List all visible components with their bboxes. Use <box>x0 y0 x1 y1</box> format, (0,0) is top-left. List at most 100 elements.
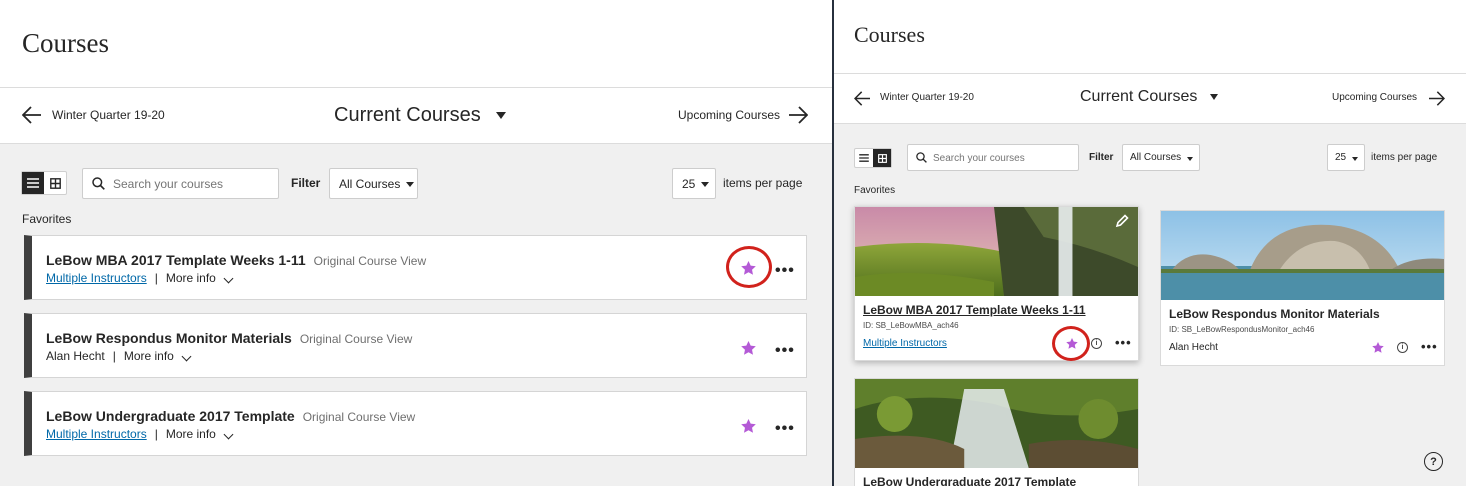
arrow-left-icon[interactable] <box>22 106 42 124</box>
course-row[interactable]: LeBow Undergraduate 2017 Template Origina… <box>24 391 807 456</box>
card-title[interactable]: LeBow Respondus Monitor Materials <box>1169 307 1380 321</box>
more-info-toggle[interactable]: More info <box>165 271 234 285</box>
star-icon[interactable] <box>741 341 756 355</box>
more-info-label: More info <box>165 271 216 285</box>
more-info-toggle[interactable]: More info <box>123 349 192 363</box>
course-title[interactable]: LeBow Undergraduate 2017 Template <box>46 408 295 424</box>
filter-select[interactable]: All Courses <box>329 168 418 199</box>
page-title: Courses <box>854 22 925 47</box>
star-icon[interactable] <box>741 419 756 433</box>
course-title-line: LeBow MBA 2017 Template Weeks 1-11 Origin… <box>46 252 426 268</box>
course-title-line: LeBow Undergraduate 2017 Template Origina… <box>46 408 415 424</box>
term-navigation: Winter Quarter 19-20 Current Courses Upc… <box>834 74 1466 124</box>
ellipsis-icon[interactable]: ••• <box>775 342 795 360</box>
per-page-select[interactable]: 25 <box>672 168 716 199</box>
course-image-waterfall-meadow <box>855 207 1138 296</box>
search-input[interactable] <box>113 176 273 192</box>
page-header: Courses <box>0 0 832 88</box>
term-navigation: Winter Quarter 19-20 Current Courses Upc… <box>0 88 832 144</box>
search-input[interactable] <box>933 151 1073 165</box>
pencil-icon[interactable] <box>1114 213 1130 229</box>
list-icon <box>859 154 870 162</box>
per-page-select[interactable]: 25 <box>1327 144 1365 171</box>
course-row[interactable]: LeBow MBA 2017 Template Weeks 1-11 Origin… <box>24 235 807 300</box>
arrow-right-icon[interactable] <box>788 106 808 124</box>
course-card[interactable]: LeBow Respondus Monitor Materials ID: SB… <box>1160 210 1445 366</box>
caret-down-icon <box>406 182 415 187</box>
ellipsis-icon[interactable]: ••• <box>1421 339 1438 354</box>
list-view-button[interactable] <box>855 149 873 167</box>
course-title[interactable]: LeBow MBA 2017 Template Weeks 1-11 <box>46 252 306 268</box>
previous-term-link[interactable]: Winter Quarter 19-20 <box>52 108 165 122</box>
star-icon[interactable] <box>741 261 756 275</box>
next-term-link[interactable]: Upcoming Courses <box>1332 92 1417 103</box>
course-view-type: Original Course View <box>302 410 416 424</box>
view-toggle <box>21 171 67 195</box>
current-term-dropdown[interactable]: Current Courses <box>1080 88 1218 106</box>
course-title-line: LeBow Respondus Monitor Materials Origina… <box>46 330 412 346</box>
grid-icon <box>49 177 61 189</box>
search-icon <box>916 152 927 163</box>
instructors-link[interactable]: Multiple Instructors <box>863 338 947 349</box>
more-info-toggle[interactable]: More info <box>165 427 234 441</box>
help-icon[interactable]: ? <box>1424 452 1443 471</box>
course-image-forest-waterfall <box>855 379 1138 468</box>
info-icon[interactable]: i <box>1397 342 1408 353</box>
arrow-left-icon[interactable] <box>854 91 871 106</box>
page-title: Courses <box>22 28 109 58</box>
view-toggle <box>854 148 892 168</box>
filter-value: All Courses <box>1130 152 1182 163</box>
caret-down-icon <box>1209 93 1218 100</box>
per-page-value: 25 <box>1335 152 1347 163</box>
course-meta: Multiple Instructors | More info <box>46 427 234 441</box>
page-header: Courses <box>834 0 1466 74</box>
current-term-dropdown[interactable]: Current Courses <box>334 104 507 127</box>
course-view-type: Original Course View <box>313 254 427 268</box>
card-course-id: ID: SB_LeBowRespondusMonitor_ach46 <box>1169 325 1315 334</box>
card-title[interactable]: LeBow MBA 2017 Template Weeks 1-11 <box>863 303 1086 317</box>
ellipsis-icon[interactable]: ••• <box>775 420 795 438</box>
caret-down-icon <box>1187 156 1194 161</box>
current-term-label: Current Courses <box>1080 88 1198 105</box>
caret-down-icon <box>701 182 710 187</box>
grid-view-button[interactable] <box>873 149 891 167</box>
favorites-heading: Favorites <box>22 212 72 226</box>
per-page-label: items per page <box>1371 152 1438 163</box>
caret-down-icon <box>496 112 507 120</box>
instructors-link[interactable]: Multiple Instructors <box>46 427 147 441</box>
next-term-link[interactable]: Upcoming Courses <box>678 108 780 122</box>
instructors-link[interactable]: Multiple Instructors <box>46 271 147 285</box>
course-card[interactable]: LeBow Undergraduate 2017 Template <box>854 378 1139 486</box>
more-info-label: More info <box>165 427 216 441</box>
ellipsis-icon[interactable]: ••• <box>775 262 795 280</box>
caret-down-icon <box>1352 156 1359 161</box>
info-icon[interactable]: i <box>1091 338 1102 349</box>
separator: | <box>154 271 158 285</box>
more-info-label: More info <box>123 349 174 363</box>
favorites-heading: Favorites <box>854 185 896 196</box>
ellipsis-icon[interactable]: ••• <box>1115 335 1132 350</box>
separator: | <box>112 349 116 363</box>
chevron-down-icon <box>223 429 234 440</box>
filter-select[interactable]: All Courses <box>1122 144 1200 171</box>
per-page-label: items per page <box>723 176 803 190</box>
right-panel-grid-view: Courses Winter Quarter 19-20 Current Cou… <box>834 0 1466 486</box>
previous-term-link[interactable]: Winter Quarter 19-20 <box>880 92 974 103</box>
star-icon[interactable] <box>1372 342 1384 353</box>
separator: | <box>154 427 158 441</box>
search-box <box>907 144 1079 171</box>
current-term-label: Current Courses <box>334 104 481 126</box>
list-view-button[interactable] <box>22 172 45 194</box>
search-icon <box>92 177 105 190</box>
grid-view-button[interactable] <box>44 172 66 194</box>
list-icon <box>27 178 40 188</box>
course-meta: Alan Hecht | More info <box>46 349 192 363</box>
course-title[interactable]: LeBow Respondus Monitor Materials <box>46 330 292 346</box>
arrow-right-icon[interactable] <box>1428 91 1445 106</box>
star-icon[interactable] <box>1066 338 1078 349</box>
card-title[interactable]: LeBow Undergraduate 2017 Template <box>863 475 1076 486</box>
chevron-down-icon <box>223 273 234 284</box>
course-row[interactable]: LeBow Respondus Monitor Materials Origina… <box>24 313 807 378</box>
course-view-type: Original Course View <box>299 332 413 346</box>
course-card[interactable]: LeBow MBA 2017 Template Weeks 1-11 ID: S… <box>854 206 1139 361</box>
